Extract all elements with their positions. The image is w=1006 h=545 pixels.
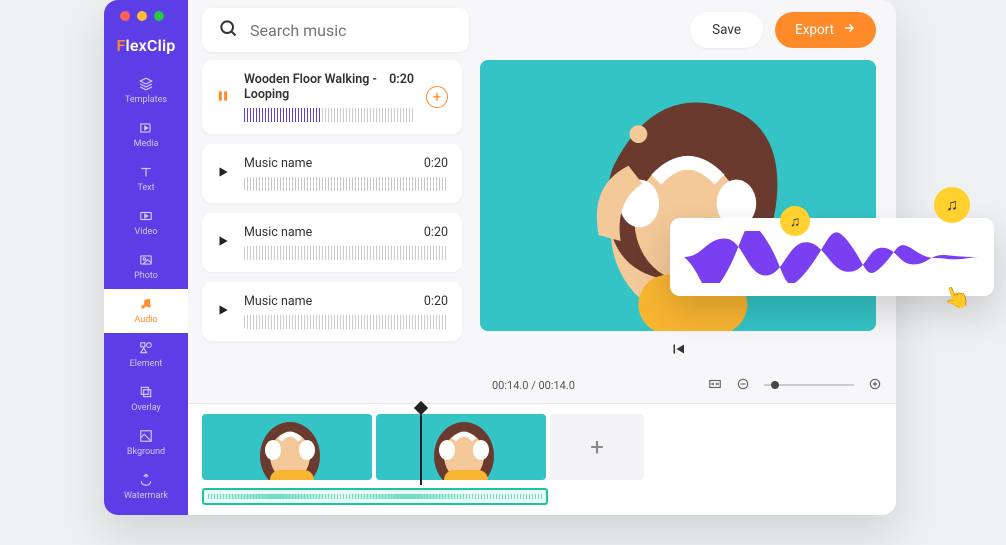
video-icon [139, 209, 153, 223]
sidebar-item-label: Photo [134, 271, 158, 281]
sidebar-item-background[interactable]: Bkground [104, 421, 188, 465]
music-note-icon: ♫ [780, 206, 810, 236]
background-icon [139, 429, 153, 443]
sidebar-item-label: Text [137, 183, 154, 193]
photo-icon [139, 253, 153, 267]
sidebar-item-label: Templates [125, 95, 167, 105]
export-label: Export [795, 22, 834, 38]
sidebar-item-video[interactable]: Video [104, 201, 188, 245]
sidebar-item-label: Video [135, 227, 158, 237]
sidebar-item-label: Overlay [131, 403, 161, 413]
preview-controls [480, 331, 876, 371]
window-traffic-lights [120, 11, 164, 21]
watermark-icon [139, 473, 153, 487]
sidebar-item-label: Element [130, 359, 163, 369]
sidebar-item-watermark[interactable]: Watermark [104, 465, 188, 509]
sidebar-item-media[interactable]: Media [104, 113, 188, 157]
timeline-toolbar: 00:14.0 / 00:14.0 [188, 371, 896, 403]
fit-width-icon[interactable] [708, 377, 722, 394]
sidebar-item-photo[interactable]: Photo [104, 245, 188, 289]
track-duration: 0:20 [424, 225, 448, 240]
sidebar-item-text[interactable]: Text [104, 157, 188, 201]
time-display: 00:14.0 / 00:14.0 [492, 379, 575, 392]
minimize-window-icon[interactable] [137, 11, 147, 21]
timeline-clip[interactable] [202, 414, 372, 480]
timeline-audio-track[interactable] [202, 488, 548, 505]
logo-text: lexClip [125, 36, 175, 55]
text-icon [139, 165, 153, 179]
clip-row: + [202, 414, 882, 480]
sidebar-item-label: Bkground [127, 447, 165, 457]
close-window-icon[interactable] [120, 11, 130, 21]
play-icon[interactable] [216, 164, 232, 183]
preview-column [480, 60, 876, 371]
zoom-out-icon[interactable] [736, 377, 750, 394]
templates-icon [139, 77, 153, 91]
overlay-icon [139, 385, 153, 399]
waveform-icon [244, 177, 448, 191]
add-clip-button[interactable]: + [550, 414, 644, 480]
arrow-right-icon [842, 21, 856, 39]
music-track[interactable]: Music name 0:20 [202, 213, 462, 272]
track-name: Wooden Floor Walking - Looping [244, 72, 389, 102]
sidebar-item-audio[interactable]: Audio [104, 289, 188, 333]
media-icon [139, 121, 153, 135]
sidebar-item-label: Watermark [124, 491, 168, 501]
play-icon[interactable] [216, 302, 232, 321]
waveform-icon [244, 246, 448, 260]
sidebar-item-label: Audio [134, 315, 157, 325]
sidebar-item-element[interactable]: Element [104, 333, 188, 377]
pause-icon[interactable] [216, 88, 232, 107]
timeline-clip[interactable] [376, 414, 546, 480]
waveform-icon [244, 108, 414, 122]
topbar: Save Export [188, 0, 896, 60]
skip-previous-icon[interactable] [669, 340, 687, 362]
app-logo: FlexClip [104, 30, 188, 69]
add-track-button[interactable]: + [426, 86, 448, 108]
music-track[interactable]: Music name 0:20 [202, 144, 462, 203]
music-note-icon: ♫ [934, 187, 970, 223]
music-track[interactable]: Music name 0:20 [202, 282, 462, 341]
track-name: Music name [244, 294, 312, 309]
track-name: Music name [244, 156, 312, 171]
audio-icon [139, 297, 153, 311]
search-box[interactable] [202, 8, 469, 52]
track-duration: 0:20 [389, 72, 414, 102]
zoom-slider[interactable] [764, 384, 854, 386]
search-icon [218, 18, 238, 42]
maximize-window-icon[interactable] [154, 11, 164, 21]
track-name: Music name [244, 225, 312, 240]
element-icon [139, 341, 153, 355]
timeline: + [188, 403, 896, 515]
zoom-in-icon[interactable] [868, 377, 882, 394]
sidebar-item-label: Media [134, 139, 159, 149]
sidebar-item-overlay[interactable]: Overlay [104, 377, 188, 421]
play-icon[interactable] [216, 233, 232, 252]
music-track[interactable]: Wooden Floor Walking - Looping0:20 + [202, 60, 462, 134]
waveform-large-icon [684, 231, 980, 283]
music-list: Wooden Floor Walking - Looping0:20 + Mus… [202, 60, 462, 371]
track-duration: 0:20 [424, 294, 448, 309]
track-duration: 0:20 [424, 156, 448, 171]
sidebar: FlexClip Templates Media Text Video Phot… [104, 0, 188, 515]
sidebar-item-templates[interactable]: Templates [104, 69, 188, 113]
save-button[interactable]: Save [690, 12, 763, 48]
waveform-icon [244, 315, 448, 329]
playhead[interactable] [420, 408, 422, 485]
search-input[interactable] [250, 21, 453, 40]
export-button[interactable]: Export [775, 12, 876, 48]
audio-waveform-popup[interactable] [670, 218, 994, 296]
